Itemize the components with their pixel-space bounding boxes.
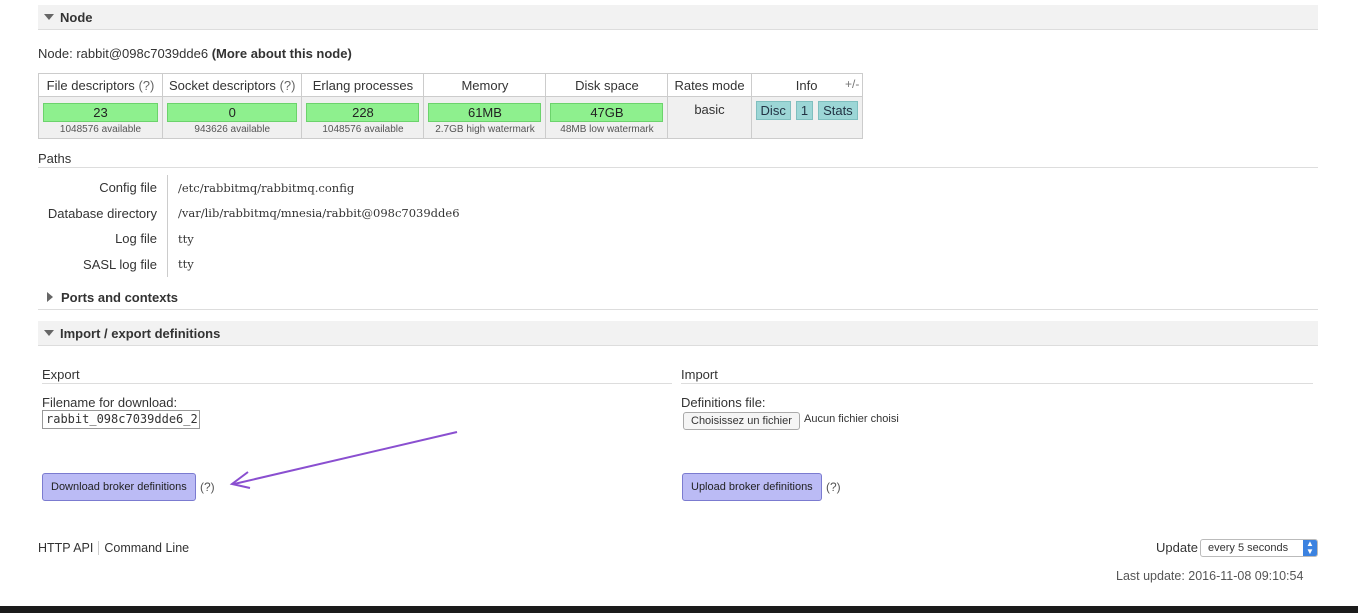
info-badge-stats: Stats <box>818 101 858 120</box>
column-toggle-link[interactable]: +/- <box>845 77 859 91</box>
last-update-text: Last update: 2016-11-08 09:10:54 <box>1116 569 1304 583</box>
erlang-processes-cell: 228 1048576 available <box>301 96 425 139</box>
table-row: Config file/etc/rabbitmq/rabbitmq.config <box>38 175 461 201</box>
disk-space-cell: 47GB 48MB low watermark <box>545 96 669 139</box>
divider <box>42 383 672 384</box>
export-heading: Export <box>42 367 80 382</box>
node-section-header[interactable]: Node <box>38 5 1318 30</box>
memory-bar: 61MB <box>428 103 542 122</box>
node-section-title: Node <box>60 9 93 25</box>
ports-section-title: Ports and contexts <box>61 289 179 305</box>
definitions-file-label: Definitions file: <box>681 395 766 410</box>
no-file-chosen-text: Aucun fichier choisi <box>804 413 899 425</box>
socket-descriptors-cell: 0 943626 available <box>161 96 303 139</box>
filename-label: Filename for download: <box>42 395 178 410</box>
choose-file-button[interactable]: Choisissez un fichier <box>683 412 800 430</box>
ports-section-header[interactable]: Ports and contexts <box>38 285 1318 310</box>
update-interval-select[interactable]: every 5 seconds ▲ ▼ <box>1200 539 1318 557</box>
rates-mode-cell: basic <box>667 96 752 139</box>
divider <box>38 167 1318 168</box>
help-icon[interactable]: (?) <box>280 78 296 93</box>
table-row: SASL log file tty <box>38 251 461 277</box>
divider <box>98 541 100 555</box>
info-cell: Disc 1 Stats <box>750 96 863 139</box>
import-heading: Import <box>681 367 718 382</box>
upload-definitions-button[interactable]: Upload broker definitions <box>682 473 822 501</box>
window-bottom-edge <box>0 606 1358 613</box>
filename-input[interactable]: rabbit_098c7039dde6_2 <box>42 410 200 429</box>
col-file-descriptors: File descriptors (?) <box>38 73 163 97</box>
file-descriptors-available: 1048576 available <box>59 124 142 135</box>
arrow-annotation-icon <box>229 431 458 489</box>
col-disk-space: Disk space <box>545 73 669 97</box>
import-export-section-header[interactable]: Import / export definitions <box>38 321 1318 346</box>
memory-cell: 61MB 2.7GB high watermark <box>423 96 547 139</box>
table-row: Database directory/var/lib/rabbitmq/mnes… <box>38 200 461 226</box>
paths-table: Config file/etc/rabbitmq/rabbitmq.config… <box>38 175 461 277</box>
erlang-processes-available: 1048576 available <box>322 124 404 135</box>
update-label: Update <box>1156 540 1198 555</box>
update-interval-value: every 5 seconds <box>1208 542 1289 554</box>
col-memory: Memory <box>423 73 547 97</box>
download-help-icon[interactable]: (?) <box>200 480 215 494</box>
disk-space-watermark: 48MB low watermark <box>560 124 654 135</box>
socket-descriptors-bar: 0 <box>167 103 298 122</box>
download-definitions-button[interactable]: Download broker definitions <box>42 473 196 501</box>
col-erlang-processes: Erlang processes <box>301 73 425 97</box>
paths-heading: Paths <box>38 151 72 166</box>
expand-arrow-icon <box>47 292 53 302</box>
import-export-title: Import / export definitions <box>60 325 221 341</box>
node-prefix: Node: <box>38 46 77 61</box>
file-descriptors-bar: 23 <box>43 103 158 122</box>
file-descriptors-cell: 23 1048576 available <box>38 96 163 139</box>
erlang-processes-bar: 228 <box>306 103 420 122</box>
more-about-node-link[interactable]: (More about this node) <box>212 46 352 61</box>
collapse-arrow-icon <box>44 330 54 336</box>
socket-descriptors-available: 943626 available <box>194 124 271 135</box>
col-rates-mode: Rates mode <box>667 73 752 97</box>
select-arrows-icon: ▲ ▼ <box>1303 540 1317 556</box>
table-row: Log file tty <box>38 226 461 252</box>
col-socket-descriptors: Socket descriptors (?) <box>161 73 303 97</box>
disk-space-bar: 47GB <box>550 103 664 122</box>
rates-mode-value: basic <box>694 102 725 117</box>
info-badge-disc: Disc <box>755 101 791 120</box>
info-badge-count: 1 <box>795 101 814 120</box>
memory-watermark: 2.7GB high watermark <box>435 124 535 135</box>
footer-links: HTTP API Command Line <box>38 541 189 555</box>
divider <box>681 383 1313 384</box>
node-info-line: Node: rabbit@098c7039dde6 (More about th… <box>38 46 352 61</box>
collapse-arrow-icon <box>44 14 54 20</box>
upload-help-icon[interactable]: (?) <box>826 480 841 494</box>
node-name: rabbit@098c7039dde6 <box>76 46 209 61</box>
node-stats-table: File descriptors (?) Socket descriptors … <box>38 73 863 139</box>
command-line-link[interactable]: Command Line <box>104 541 189 555</box>
http-api-link[interactable]: HTTP API <box>38 541 93 555</box>
help-icon[interactable]: (?) <box>138 78 154 93</box>
